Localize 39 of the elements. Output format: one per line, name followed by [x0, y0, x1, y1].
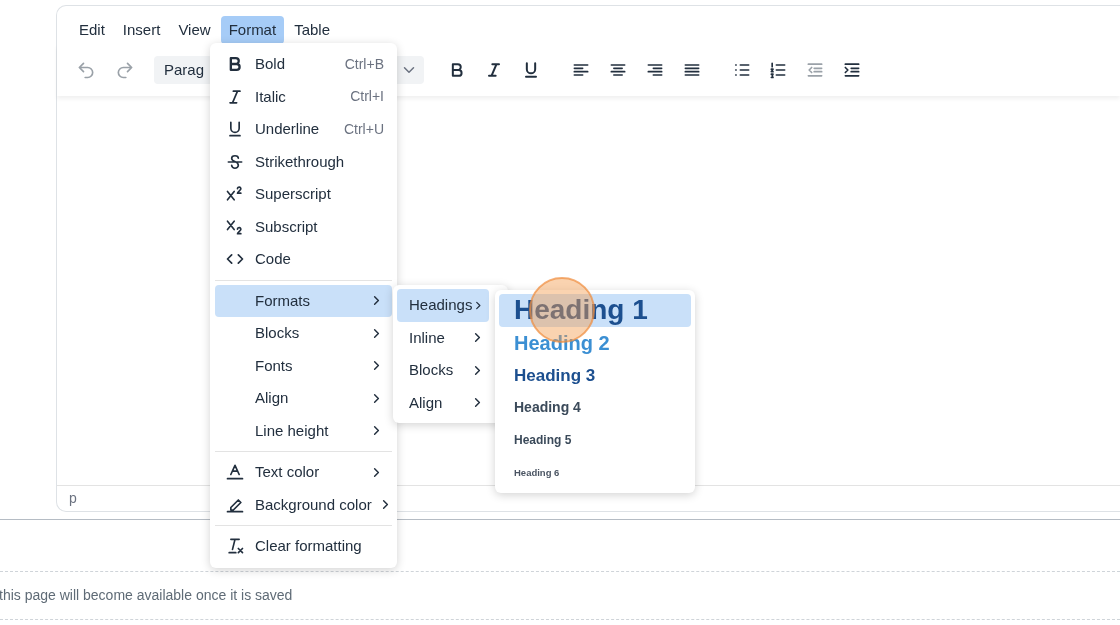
heading-option[interactable]: Heading 5 [499, 424, 691, 457]
menu-option[interactable]: Line height [215, 414, 392, 447]
menu-option[interactable]: Strikethrough [215, 145, 392, 178]
redo-icon [115, 60, 135, 80]
info-text: this page will become available once it is saved [0, 586, 293, 605]
heading-option[interactable]: Heading 4 [499, 391, 691, 424]
clear-format-icon [225, 536, 245, 557]
menu-option[interactable]: Italic Ctrl+I [215, 80, 392, 113]
heading-option[interactable]: Heading 1 [499, 294, 691, 327]
menu-option[interactable]: Formats [215, 284, 392, 317]
text-color-icon [225, 462, 245, 483]
menu-option[interactable]: Subscript [215, 210, 392, 243]
menu-item[interactable]: View [170, 16, 219, 44]
heading-option[interactable]: Heading 3 [499, 359, 691, 392]
menu-item[interactable]: Edit [71, 16, 113, 44]
menu-option[interactable]: Align [397, 386, 489, 419]
menu-option[interactable]: Text color [215, 456, 392, 489]
numbered-list-icon [768, 60, 788, 80]
block-format-value: Parag [164, 59, 205, 80]
menu-option[interactable]: Code [215, 243, 392, 276]
menu-item[interactable]: Format [220, 16, 285, 44]
menu-option[interactable]: Underline Ctrl+U [215, 113, 392, 146]
menu-option[interactable]: Blocks [215, 317, 392, 350]
menu-item[interactable]: Table [286, 16, 338, 44]
menu-option[interactable]: Blocks [397, 354, 489, 387]
outdent-icon [805, 60, 825, 80]
element-path[interactable]: p [69, 488, 77, 509]
undo-icon [76, 60, 96, 80]
menu-option[interactable]: Fonts [215, 349, 392, 382]
menu-item[interactable]: Insert [114, 16, 169, 44]
menu-option[interactable]: Inline [397, 321, 489, 354]
indent-icon [842, 60, 862, 80]
heading-option[interactable]: Heading 6 [499, 456, 691, 489]
menu-option[interactable]: Clear formatting [215, 530, 392, 563]
menu-option[interactable]: Headings [397, 289, 489, 322]
menu-option[interactable]: Superscript [215, 178, 392, 211]
menu-option[interactable]: Background color [215, 488, 392, 521]
menu-option[interactable]: Align [215, 382, 392, 415]
menu-option[interactable]: Bold Ctrl+B [215, 48, 392, 81]
